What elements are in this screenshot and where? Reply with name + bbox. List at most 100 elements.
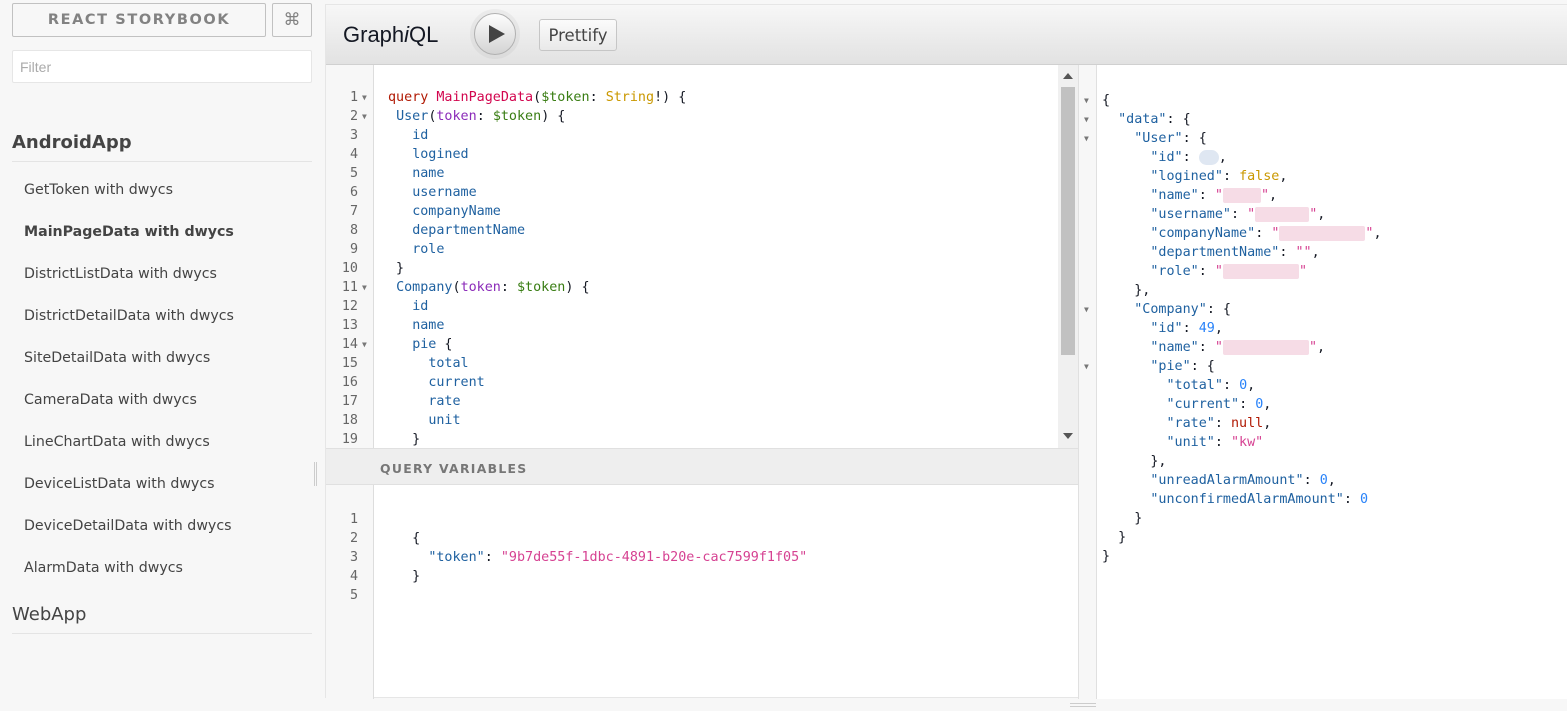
kind-webapp[interactable]: WebApp [12,596,312,634]
code-line: "id": , [1150,149,1227,165]
kind-androidapp[interactable]: AndroidApp [12,124,312,162]
query-variables-header[interactable]: QUERY VARIABLES [326,448,1078,485]
code-line: "role": " " [1150,263,1307,279]
code-line: logined [412,147,469,162]
code-line: companyName [412,204,501,219]
line-number: 6 [349,185,358,200]
play-icon [488,25,505,43]
code-line: "User": { [1134,131,1207,146]
story-gettoken[interactable]: GetToken with dwycs [24,179,173,201]
line-number: 13 [341,318,358,333]
filter-input[interactable] [12,50,312,83]
code-line: id [412,128,429,143]
code-line: } [388,569,421,584]
story-cameradata[interactable]: CameraData with dwycs [24,389,197,411]
fold-toggle-icon[interactable]: ▼ [1084,129,1089,148]
code-line: { [388,531,421,546]
story-linechartdata[interactable]: LineChartData with dwycs [24,431,210,453]
scrollbar-thumb[interactable] [1061,87,1075,355]
line-number: 12 [341,299,358,314]
line-number: 8 [349,223,358,238]
sidebar-header: REACT STORYBOOK ⌘ [12,3,312,37]
sidebar-resize-handle[interactable] [314,462,317,486]
scroll-up-arrow-icon[interactable] [1063,73,1073,79]
line-number: 3 [349,128,358,143]
code-line: "departmentName": "", [1150,245,1320,260]
code-line: "logined": false, [1150,169,1288,184]
code-line: name [412,318,445,333]
redacted-value [1279,225,1366,241]
storybook-title-button[interactable]: REACT STORYBOOK [12,3,266,37]
line-number: 17 [341,394,358,409]
scroll-down-arrow-icon[interactable] [1063,433,1073,439]
code-line: "companyName": " ", [1150,225,1382,241]
line-number: 15 [341,356,358,371]
code-line: "unit": "kw" [1166,435,1264,450]
code-line: "current": 0, [1166,397,1272,412]
code-line: Company(token: $token) { [396,280,590,295]
fold-toggle-icon[interactable]: ▼ [362,278,367,297]
code-line: { [1102,93,1111,108]
prettify-button[interactable]: Prettify [539,19,617,51]
redacted-value [1255,206,1310,222]
code-line: "data": { [1118,112,1191,127]
story-alarmdata[interactable]: AlarmData with dwycs [24,557,183,579]
fold-toggle-icon[interactable]: ▼ [1084,357,1089,376]
line-number: 11 [341,280,358,295]
graphiql-logo: GraphiQL [343,22,439,47]
code-line: "name": " ", [1150,187,1278,203]
code-line: "id": 49, [1150,321,1223,336]
code-line: "Company": { [1134,302,1231,317]
bottom-resize-handle[interactable] [1070,703,1096,707]
fold-toggle-icon[interactable]: ▼ [362,335,367,354]
story-districtlistdata[interactable]: DistrictListData with dwycs [24,263,217,285]
code-line: rate [428,394,461,409]
code-line: "pie": { [1150,359,1215,374]
code-line: "token": "9b7de55f-1dbc-4891-b20e-cac759… [428,550,808,565]
line-number: 9 [349,242,358,257]
variables-editor[interactable]: 1 2 {3 "token": "9b7de55f-1dbc-4891-b20e-… [326,485,1078,699]
query-editor[interactable]: 1 ▼ query MainPageData($token: String!) {2… [326,65,1078,448]
code-line: departmentName [412,223,526,238]
storybook-sidebar: REACT STORYBOOK ⌘ AndroidApp GetToken wi… [0,0,322,711]
code-line: name [412,166,445,181]
fold-toggle-icon[interactable]: ▼ [1084,110,1089,129]
line-number: 5 [349,588,358,603]
fold-toggle-icon[interactable]: ▼ [362,107,367,126]
story-devicedetaildata[interactable]: DeviceDetailData with dwycs [24,515,232,537]
code-line: "unconfirmedAlarmAmount": 0 [1150,492,1369,507]
code-line: } [1102,530,1127,545]
redacted-value [1222,263,1299,279]
line-number: 4 [349,569,358,584]
story-sitedetaildata[interactable]: SiteDetailData with dwycs [24,347,210,369]
story-mainpagedata[interactable]: MainPageData with dwycs [24,221,234,243]
code-line: "unreadAlarmAmount": 0, [1150,473,1336,488]
line-number: 7 [349,204,358,219]
story-devicelistdata[interactable]: DeviceListData with dwycs [24,473,215,495]
query-scrollbar[interactable] [1058,65,1078,448]
fold-toggle-icon[interactable]: ▼ [1084,91,1089,110]
redacted-value [1198,149,1219,165]
code-line: id [412,299,429,314]
keyboard-shortcuts-icon[interactable]: ⌘ [272,3,312,37]
code-line: pie { [412,337,453,352]
graphiql-toolbar: GraphiQL Prettify [326,5,1567,65]
redacted-value [1222,339,1309,355]
line-number: 19 [341,432,358,447]
story-districtdetaildata[interactable]: DistrictDetailData with dwycs [24,305,234,327]
execute-query-button[interactable] [474,13,516,55]
line-number: 10 [341,261,358,276]
line-number: 2 [349,109,358,124]
result-gutter [1079,65,1097,699]
fold-toggle-icon[interactable]: ▼ [362,88,367,107]
code-line: query MainPageData($token: String!) { [388,90,687,105]
code-line: "username": " ", [1150,206,1326,222]
code-line: role [412,242,445,257]
code-line: current [428,375,485,390]
graphiql-panel: GraphiQL Prettify 1 ▼ query MainPageData($… [325,4,1567,699]
fold-toggle-icon[interactable]: ▼ [1084,300,1089,319]
line-number: 1 [349,512,358,527]
code-line: "total": 0, [1166,378,1256,393]
code-line: username [412,185,477,200]
code-line: } [388,432,421,447]
